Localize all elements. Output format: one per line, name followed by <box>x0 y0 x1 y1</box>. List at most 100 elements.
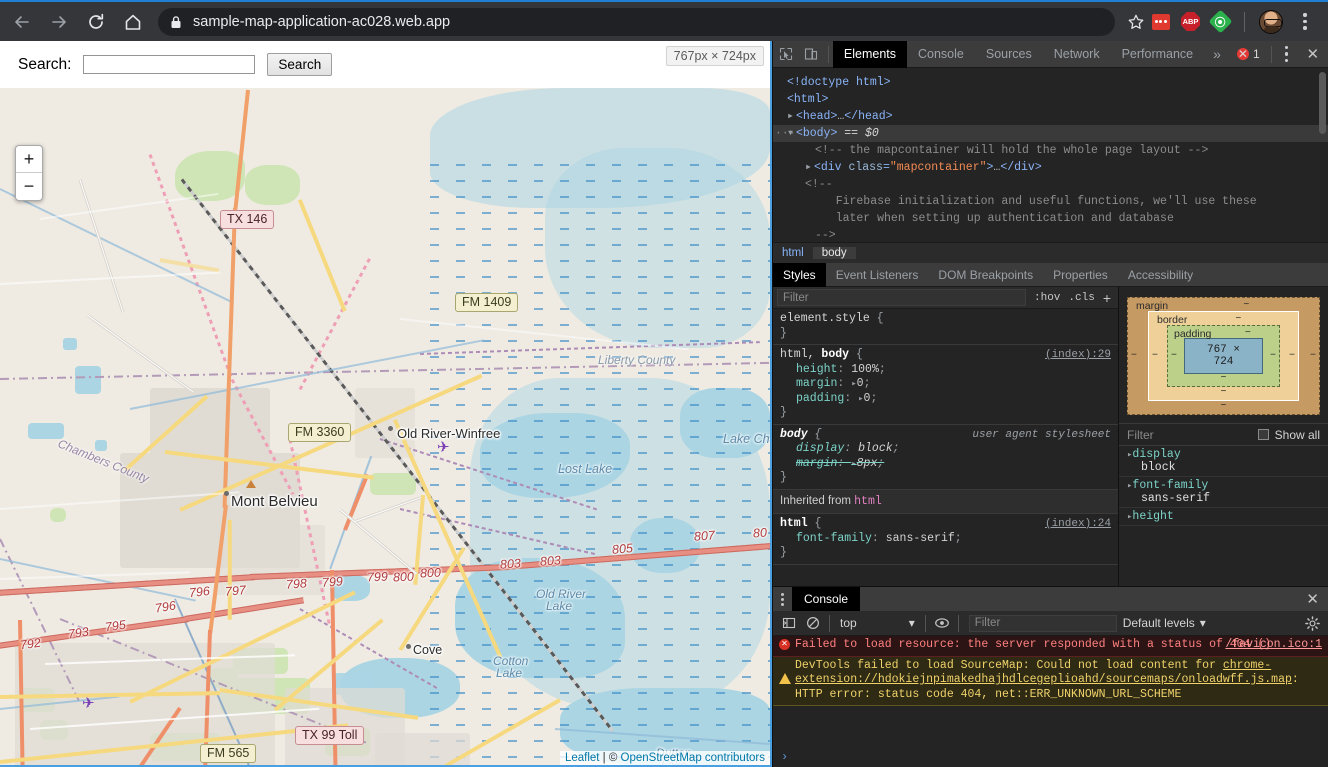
live-expression-icon[interactable] <box>930 611 954 635</box>
tab-accessibility[interactable]: Accessibility <box>1118 263 1203 287</box>
feedly-extension-icon[interactable]: ⦿ <box>1208 9 1233 34</box>
profile-avatar[interactable] <box>1259 9 1283 34</box>
css-rule[interactable]: user agent stylesheet body { display: bl… <box>773 425 1118 490</box>
css-selector[interactable]: body <box>821 348 849 361</box>
tab-console-drawer[interactable]: Console <box>792 587 861 611</box>
css-rules-list[interactable]: element.style { } (index):29 html, body … <box>773 309 1118 586</box>
tab-event-listeners[interactable]: Event Listeners <box>826 263 929 287</box>
show-all-checkbox[interactable] <box>1257 429 1269 440</box>
computed-property[interactable]: ▸display block <box>1119 446 1328 477</box>
tab-dom-breakpoints[interactable]: DOM Breakpoints <box>928 263 1043 287</box>
console-sidebar-icon[interactable] <box>777 611 801 635</box>
leaflet-link[interactable]: Leaflet <box>565 752 600 764</box>
home-button[interactable] <box>118 7 148 37</box>
new-style-rule-button[interactable]: + <box>1099 290 1118 306</box>
css-origin[interactable]: (index):24 <box>1045 517 1111 532</box>
box-model-content[interactable]: 767 × 724 <box>1184 338 1263 374</box>
dom-line[interactable]: Firebase initialization and useful funct… <box>773 193 1328 210</box>
breadcrumb-body[interactable]: body <box>812 247 856 259</box>
css-rule-inherited[interactable]: (index):24 html { font-family: sans-seri… <box>773 514 1118 565</box>
padding-left-value[interactable]: − <box>1171 351 1177 362</box>
search-input[interactable] <box>83 55 256 74</box>
dom-line[interactable]: <!-- the mapcontainer will hold the whol… <box>773 142 1328 159</box>
dom-line[interactable]: ▸ <head>…</head> <box>773 108 1328 125</box>
css-declaration[interactable]: margin: ▸0; <box>780 377 1111 392</box>
dom-line[interactable]: <html> <box>773 91 1328 108</box>
breadcrumb-html[interactable]: html <box>773 247 813 259</box>
css-origin[interactable]: (index):29 <box>1045 348 1111 363</box>
padding-top-value[interactable]: − <box>1245 328 1251 339</box>
dom-line-selected[interactable]: ··· ▾ <body> == $0 <box>773 125 1328 142</box>
chrome-menu-button[interactable] <box>1294 13 1316 30</box>
drawer-menu-icon[interactable] <box>773 592 792 606</box>
bookmark-star-button[interactable] <box>1123 9 1149 35</box>
error-count-badge[interactable]: ✕ 1 <box>1230 47 1267 61</box>
margin-left-value[interactable]: − <box>1131 351 1137 362</box>
console-error-message[interactable]: ✕ Failed to load resource: the server re… <box>773 636 1328 657</box>
console-messages[interactable]: ✕ Failed to load resource: the server re… <box>773 636 1328 747</box>
zoom-out-button[interactable]: − <box>16 173 42 200</box>
border-right-value[interactable]: − <box>1289 351 1295 362</box>
css-selector[interactable]: body <box>780 428 808 441</box>
computed-property[interactable]: ▸height <box>1119 508 1328 526</box>
console-warning-message[interactable]: DevTools failed to load SourceMap: Could… <box>773 656 1328 706</box>
computed-properties-list[interactable]: ▸display block ▸font-family sans-serif ▸… <box>1119 446 1328 586</box>
margin-bottom-value[interactable]: − <box>1220 401 1226 412</box>
back-button[interactable] <box>7 7 37 37</box>
dom-line[interactable]: <!-- <box>773 176 1328 193</box>
forward-button[interactable] <box>44 7 74 37</box>
dom-tree[interactable]: <!doctype html> <html> ▸ <head>…</head> ·… <box>773 68 1328 242</box>
drawer-close-icon[interactable]: ✕ <box>1297 590 1328 608</box>
tab-performance[interactable]: Performance <box>1111 41 1205 68</box>
inspect-element-icon[interactable] <box>773 41 798 67</box>
more-tabs-button[interactable]: » <box>1204 46 1230 62</box>
dom-line[interactable]: <!doctype html> <box>773 74 1328 91</box>
dom-scrollbar[interactable] <box>1319 72 1326 134</box>
devtools-close-icon[interactable]: ✕ <box>1297 45 1328 63</box>
address-bar[interactable]: sample-map-application-ac028.web.app <box>158 7 1115 36</box>
leaflet-map[interactable]: ✈ ✈ Mont Belvieu Old River-Winfree Cove … <box>0 88 770 765</box>
styles-filter-input[interactable]: Filter <box>777 289 1026 306</box>
tab-elements[interactable]: Elements <box>832 40 907 68</box>
zoom-in-button[interactable]: + <box>16 146 42 173</box>
log-levels-dropdown[interactable]: Default levels ▾ <box>1123 616 1206 630</box>
css-declaration[interactable]: font-family: sans-serif; <box>780 532 1111 547</box>
search-button[interactable]: Search <box>267 53 333 76</box>
tab-styles[interactable]: Styles <box>773 262 826 287</box>
css-selector[interactable]: element.style <box>780 312 870 325</box>
margin-top-value[interactable]: − <box>1243 300 1249 311</box>
zoom-controls[interactable]: + − <box>15 145 43 201</box>
box-model-margin[interactable]: margin − − − − border − − − − padding − … <box>1127 297 1320 415</box>
tab-console[interactable]: Console <box>907 41 975 68</box>
tab-properties[interactable]: Properties <box>1043 263 1118 287</box>
border-bottom-value[interactable]: − <box>1220 387 1226 398</box>
box-model-border[interactable]: border − − − − padding − − − − 767 × 724 <box>1148 311 1299 401</box>
border-top-value[interactable]: − <box>1235 314 1241 325</box>
dom-line[interactable]: later when setting up authentication and… <box>773 210 1328 227</box>
devtools-menu-icon[interactable] <box>1276 45 1298 63</box>
red-dots-extension-icon[interactable] <box>1151 12 1170 31</box>
console-filter-input[interactable]: Filter <box>968 614 1117 632</box>
dom-line[interactable]: ▸ <div class="mapcontainer">…</div> <box>773 159 1328 176</box>
margin-right-value[interactable]: − <box>1310 351 1316 362</box>
tab-network[interactable]: Network <box>1043 41 1111 68</box>
css-rule[interactable]: element.style { } <box>773 309 1118 345</box>
css-rule[interactable]: (index):29 html, body { height: 100%; ma… <box>773 345 1118 425</box>
clear-console-icon[interactable] <box>801 611 825 635</box>
console-settings-icon[interactable] <box>1300 611 1324 635</box>
css-declaration[interactable]: display: block; <box>780 442 1111 457</box>
css-declaration-overridden[interactable]: margin: ▸8px; <box>780 457 1111 472</box>
css-declaration[interactable]: padding: ▸0; <box>780 392 1111 407</box>
tab-sources[interactable]: Sources <box>975 41 1043 68</box>
box-model-padding[interactable]: padding − − − − 767 × 724 <box>1167 325 1280 387</box>
cls-toggle[interactable]: .cls <box>1064 292 1098 304</box>
css-selector[interactable]: html <box>780 517 808 530</box>
hov-toggle[interactable]: :hov <box>1030 292 1064 304</box>
error-source-link[interactable]: /favicon.ico:1 <box>1225 638 1322 653</box>
padding-right-value[interactable]: − <box>1270 351 1276 362</box>
computed-filter-input[interactable]: Filter <box>1127 428 1258 442</box>
device-toolbar-icon[interactable] <box>798 41 823 67</box>
execution-context-dropdown[interactable]: top ▾ <box>834 616 921 630</box>
computed-property[interactable]: ▸font-family sans-serif <box>1119 477 1328 508</box>
padding-bottom-value[interactable]: − <box>1220 373 1226 384</box>
